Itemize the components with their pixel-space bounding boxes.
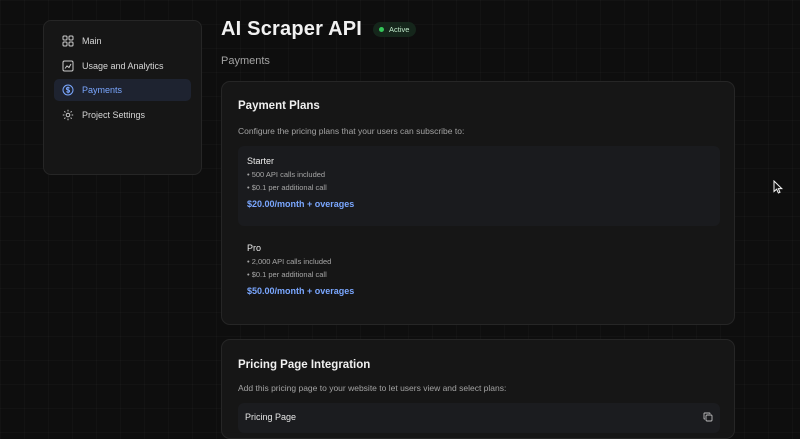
sidebar-item-label: Project Settings [82, 109, 146, 120]
plan-pro[interactable]: Pro • 2,000 API calls included • $0.1 pe… [238, 233, 720, 313]
plan-feature: • $0.1 per additional call [247, 183, 327, 192]
pricing-page-label: Pricing Page [245, 412, 297, 422]
page-subtitle: Payments [221, 55, 270, 67]
sidebar-item-label: Usage and Analytics [82, 60, 164, 71]
status-dot-icon [379, 27, 385, 32]
status-label: Active [389, 25, 410, 34]
sidebar-item-main[interactable]: Main [54, 30, 191, 52]
plan-price: $50.00/month + overages [247, 286, 355, 296]
copy-icon[interactable] [703, 412, 713, 422]
plan-feature: • 2,000 API calls included [247, 257, 332, 266]
pricing-page-integration-card: Pricing Page Integration Add this pricin… [221, 339, 735, 439]
card-description: Configure the pricing plans that your us… [238, 126, 465, 136]
page-header: AI Scraper API Active Payments [221, 18, 417, 67]
sidebar-item-usage-analytics[interactable]: Usage and Analytics [54, 55, 191, 77]
page-title: AI Scraper API [221, 18, 363, 40]
mouse-cursor-icon [773, 180, 784, 194]
sidebar-item-label: Payments [82, 85, 123, 95]
sidebar-item-project-settings[interactable]: Project Settings [54, 104, 191, 126]
plan-name: Pro [247, 243, 262, 253]
card-title: Payment Plans [238, 100, 320, 112]
dollar-circle-icon [62, 84, 74, 96]
grid-icon [62, 35, 74, 47]
chart-icon [62, 60, 74, 72]
payment-plans-card: Payment Plans Configure the pricing plan… [221, 81, 735, 325]
plan-starter[interactable]: Starter • 500 API calls included • $0.1 … [238, 146, 720, 226]
plan-price: $20.00/month + overages [247, 199, 355, 209]
gear-icon [62, 109, 74, 121]
card-title: Pricing Page Integration [238, 359, 371, 371]
sidebar: Main Usage and Analytics Payments Projec… [43, 20, 202, 175]
plan-feature: • $0.1 per additional call [247, 270, 327, 279]
status-badge: Active [373, 22, 417, 37]
plan-name: Starter [247, 156, 275, 166]
pricing-page-row: Pricing Page [238, 403, 720, 433]
plan-feature: • 500 API calls included [247, 170, 326, 179]
sidebar-item-payments[interactable]: Payments [54, 79, 191, 101]
sidebar-item-label: Main [82, 36, 102, 46]
card-description: Add this pricing page to your website to… [238, 383, 507, 393]
